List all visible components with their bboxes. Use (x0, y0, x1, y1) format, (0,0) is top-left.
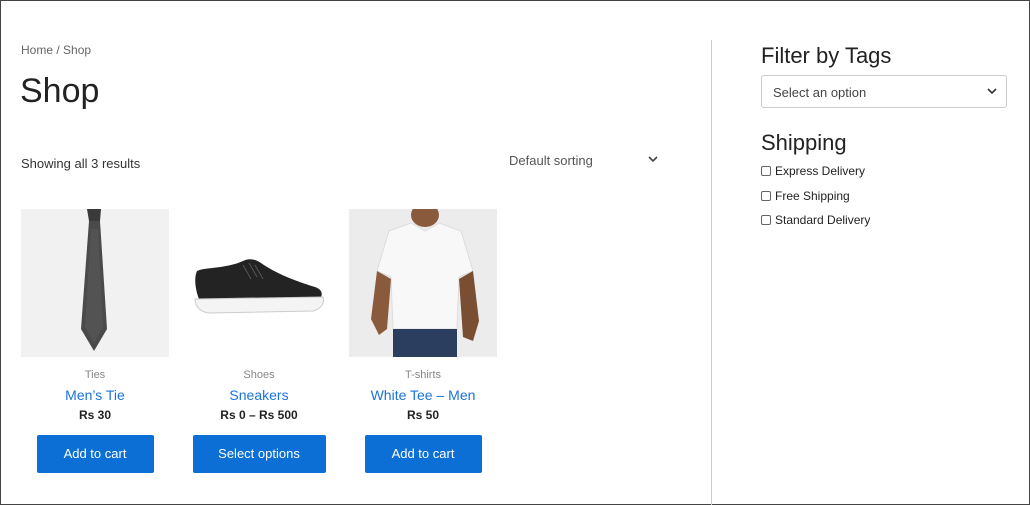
chevron-down-icon (648, 156, 658, 163)
page-title: Shop (20, 72, 100, 110)
product-card: Ties Men’s Tie Rs 30 Add to cart (21, 209, 169, 473)
filter-by-tags-heading: Filter by Tags (761, 43, 892, 68)
product-category: T-shirts (404, 369, 442, 381)
shipping-option-label: Standard Delivery (775, 213, 871, 227)
sorting-select[interactable]: Default sorting (509, 153, 661, 171)
product-image-white-tee[interactable] (349, 209, 497, 357)
tag-filter-placeholder: Select an option (773, 85, 867, 100)
tshirt-image (349, 209, 497, 357)
product-name-link[interactable]: White Tee – Men (349, 387, 497, 403)
breadcrumb: Home / Shop (21, 43, 91, 57)
product-price: Rs 50 (406, 408, 440, 422)
product-category: Shoes (243, 369, 275, 381)
add-to-cart-button[interactable]: Add to cart (364, 435, 482, 473)
product-name-link[interactable]: Men’s Tie (21, 387, 169, 403)
product-image-sneakers[interactable] (185, 209, 333, 357)
breadcrumb-separator: / (56, 43, 60, 57)
product-name-link[interactable]: Sneakers (185, 387, 333, 403)
product-category: Ties (84, 369, 106, 381)
product-price: Rs 30 (78, 408, 112, 422)
tie-image (21, 209, 169, 357)
sorting-selected-value: Default sorting (509, 153, 593, 168)
shipping-option-free[interactable]: Free Shipping (761, 189, 850, 203)
tag-filter-select[interactable]: Select an option (761, 75, 1007, 108)
breadcrumb-current: Shop (63, 43, 92, 57)
checkbox[interactable] (761, 166, 771, 176)
select-options-button[interactable]: Select options (192, 435, 326, 473)
product-card: Shoes Sneakers Rs 0 – Rs 500 Select opti… (185, 209, 333, 473)
breadcrumb-home-link[interactable]: Home (21, 43, 53, 57)
checkbox[interactable] (761, 191, 771, 201)
shipping-option-label: Free Shipping (775, 189, 850, 203)
product-image-tie[interactable] (21, 209, 169, 357)
chevron-down-icon (987, 88, 997, 95)
result-count: Showing all 3 results (21, 156, 141, 171)
product-price: Rs 0 – Rs 500 (220, 408, 298, 422)
add-to-cart-button[interactable]: Add to cart (36, 435, 154, 473)
sneaker-image (185, 209, 333, 357)
shipping-option-label: Express Delivery (775, 164, 866, 178)
shipping-heading: Shipping (761, 130, 847, 155)
product-card: T-shirts White Tee – Men Rs 50 Add to ca… (349, 209, 497, 473)
checkbox[interactable] (761, 215, 771, 225)
sidebar-divider (711, 40, 712, 505)
shipping-option-standard[interactable]: Standard Delivery (761, 213, 870, 227)
shipping-option-express[interactable]: Express Delivery (761, 164, 865, 178)
